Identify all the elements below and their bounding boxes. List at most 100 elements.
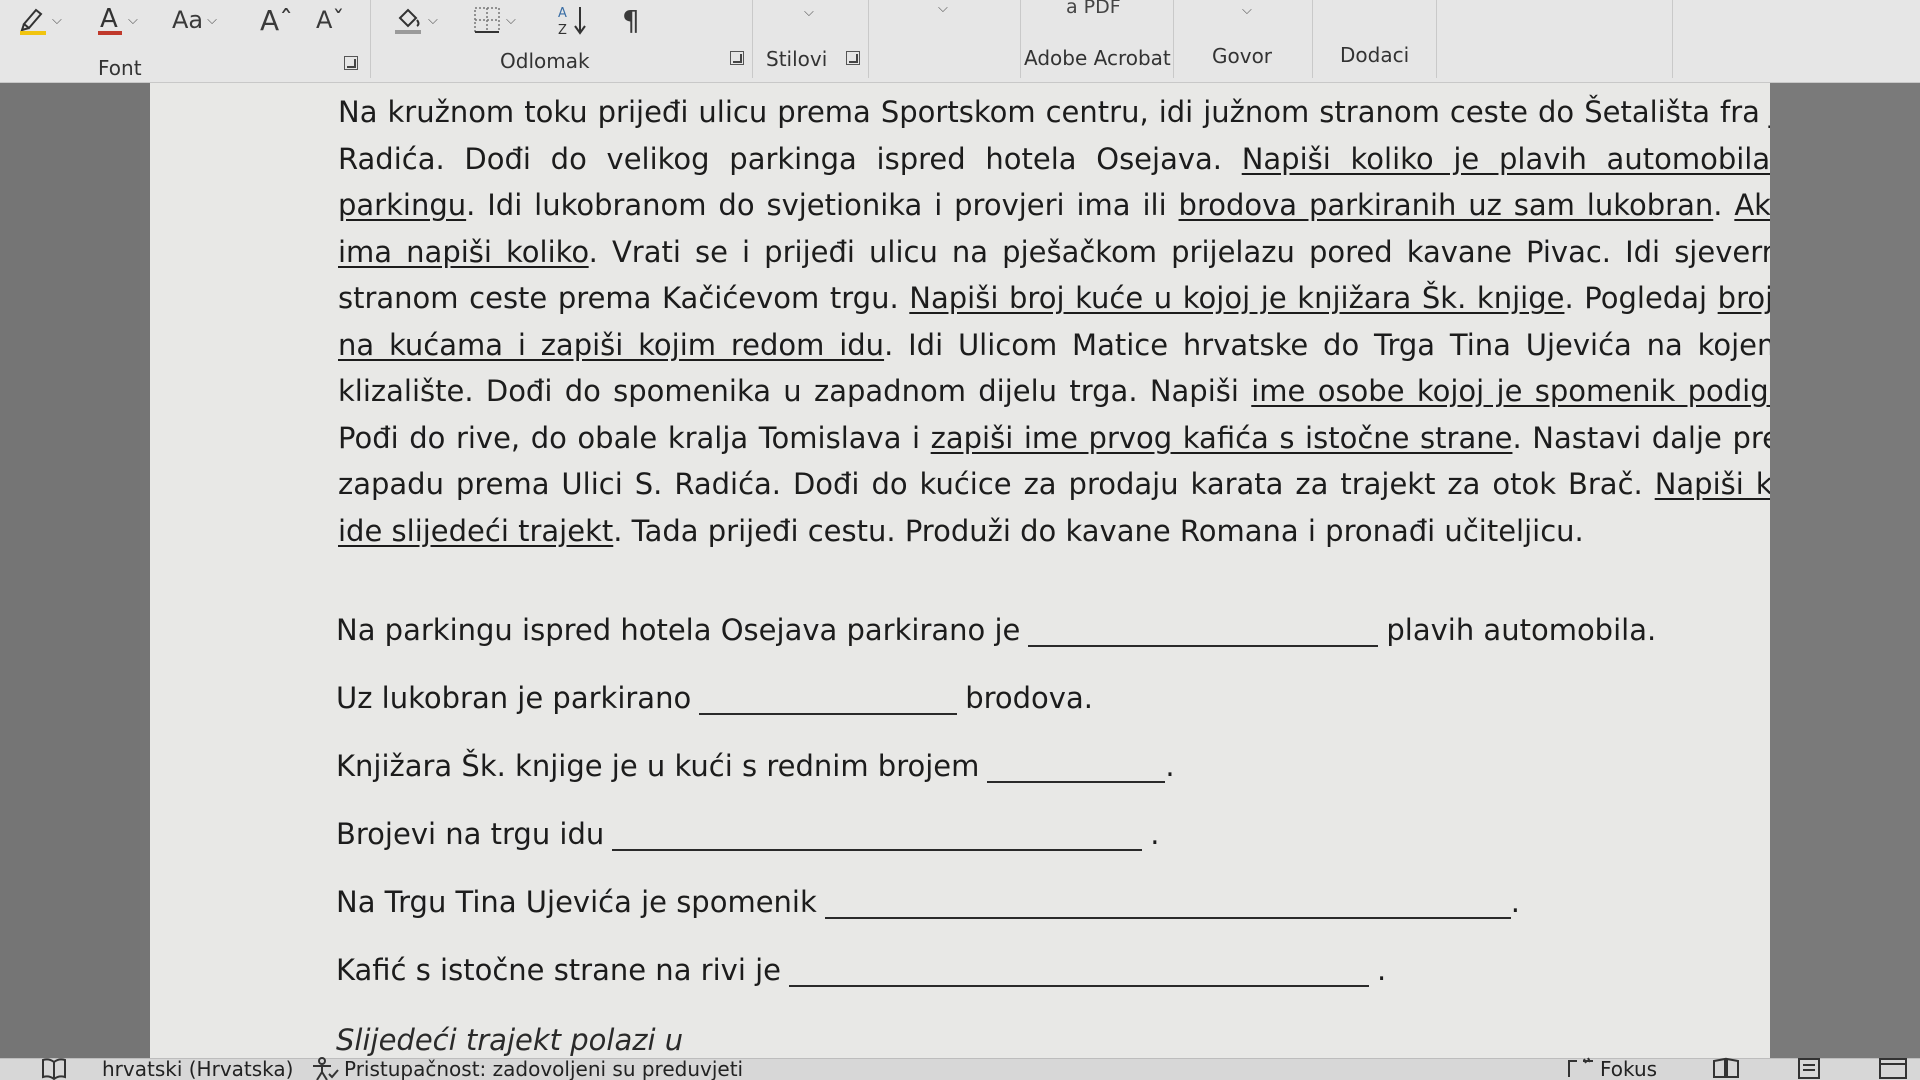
ribbon-separator bbox=[1312, 0, 1313, 78]
answer-blank[interactable] bbox=[824, 887, 1511, 919]
answer-blank[interactable] bbox=[987, 751, 1166, 783]
book-check-icon bbox=[42, 1058, 66, 1080]
focus-button[interactable]: Fokus bbox=[1566, 1057, 1657, 1080]
chevron-down-icon: ⌵ bbox=[1242, 2, 1252, 18]
styles-pane-more[interactable]: ⌵ bbox=[934, 0, 948, 26]
borders-icon bbox=[474, 7, 500, 33]
text-run: . bbox=[1713, 188, 1735, 222]
task-underlined-run: ime osobe kojoj je spomenik podignut bbox=[1251, 374, 1770, 408]
change-case-label: Aa bbox=[172, 6, 204, 34]
canvas-left bbox=[0, 83, 150, 1058]
chevron-down-icon: ⌵ bbox=[804, 4, 814, 20]
ribbon-separator bbox=[868, 0, 869, 78]
question-text: Uz lukobran je parkirano bbox=[336, 681, 692, 715]
answer-blank[interactable] bbox=[612, 819, 1143, 851]
chevron-down-icon: ⌵ bbox=[938, 0, 948, 16]
chevron-down-icon[interactable]: ⌵ bbox=[207, 13, 217, 28]
svg-text:A: A bbox=[100, 4, 118, 34]
question-text: Knjižara Šk. knjige je u kući s rednim b… bbox=[336, 749, 980, 783]
sort-button[interactable]: A Z bbox=[556, 2, 592, 38]
task-underlined-run: zapiši ime prvog kafića s istočne strane bbox=[930, 420, 1513, 455]
document-page[interactable]: Na kružnom toku prijeđi ulicu prema Spor… bbox=[150, 83, 1770, 1058]
shading-button[interactable]: ⌵ bbox=[392, 2, 438, 38]
word-window: ⌵ A ⌵ Aa ⌵ Aˆ Aˇ ⌵ ⌵ A Z ¶ ⌵ ⌵ a PDF ⌵ F… bbox=[0, 0, 1920, 1080]
font-dialog-launcher-icon[interactable] bbox=[344, 56, 358, 70]
question-text: Brojevi na trgu idu bbox=[336, 817, 605, 851]
dictate-more[interactable]: ⌵ bbox=[1238, 0, 1252, 28]
question-6[interactable]: Kafić s istočne strane na rivi je . bbox=[336, 953, 1386, 987]
styles-dialog-launcher-icon[interactable] bbox=[846, 51, 860, 65]
change-case-button[interactable]: Aa ⌵ bbox=[172, 2, 217, 38]
text-run: . Pogledaj bbox=[1564, 281, 1718, 315]
question-2[interactable]: Uz lukobran je parkirano brodova. bbox=[336, 681, 1093, 715]
print-layout-icon bbox=[1798, 1058, 1820, 1079]
question-text: . bbox=[1165, 749, 1175, 783]
styles-gallery-more[interactable]: ⌵ bbox=[800, 0, 814, 30]
ribbon-separator bbox=[370, 0, 371, 78]
question-text: . bbox=[1510, 885, 1520, 919]
question-text: . bbox=[1150, 817, 1160, 851]
shrink-font-icon: Aˇ bbox=[316, 6, 345, 34]
font-color-icon: A bbox=[98, 4, 122, 35]
question-text: brodova. bbox=[965, 681, 1093, 715]
group-label-voice: Govor bbox=[1212, 44, 1273, 68]
proofing-button[interactable] bbox=[40, 1057, 68, 1080]
grow-font-button[interactable]: Aˆ bbox=[260, 2, 293, 38]
canvas-right bbox=[1770, 83, 1920, 1058]
focus-icon bbox=[1568, 1057, 1593, 1077]
chevron-down-icon[interactable]: ⌵ bbox=[128, 13, 138, 28]
question-7-partial[interactable]: Slijedeći trajekt polazi u bbox=[336, 1023, 683, 1057]
show-formatting-button[interactable]: ¶ bbox=[622, 2, 640, 38]
read-mode-icon bbox=[1713, 1057, 1739, 1078]
focus-label: Fokus bbox=[1600, 1057, 1658, 1080]
sort-az-icon: A Z bbox=[558, 6, 586, 37]
accessibility-icon bbox=[313, 1057, 339, 1080]
question-text: Na parkingu ispred hotela Osejava parkir… bbox=[336, 613, 1021, 647]
answer-blank[interactable] bbox=[789, 955, 1369, 987]
web-layout-icon bbox=[1879, 1058, 1907, 1079]
text-run: . Idi lukobranom do svjetionika i provje… bbox=[466, 188, 1179, 222]
group-label-styles: Stilovi bbox=[766, 47, 828, 71]
group-label-addins: Dodaci bbox=[1340, 43, 1410, 67]
instructions-paragraph[interactable]: Na kružnom toku prijeđi ulicu prema Spor… bbox=[338, 89, 1770, 554]
question-text: . bbox=[1377, 953, 1387, 987]
shrink-font-button[interactable]: Aˇ bbox=[316, 2, 344, 38]
question-1[interactable]: Na parkingu ispred hotela Osejava parkir… bbox=[336, 613, 1656, 647]
question-3[interactable]: Knjižara Šk. knjige je u kući s rednim b… bbox=[336, 749, 1175, 783]
chevron-down-icon[interactable]: ⌵ bbox=[52, 13, 62, 28]
ribbon-separator bbox=[752, 0, 753, 78]
read-mode-button[interactable] bbox=[1712, 1057, 1740, 1079]
web-layout-button[interactable] bbox=[1878, 1057, 1908, 1079]
ribbon-separator bbox=[1173, 0, 1174, 78]
accessibility-status[interactable]: Pristupačnost: zadovoljeni su preduvjeti bbox=[310, 1057, 743, 1080]
task-underlined-run: brodova parkiranih uz sam lukobran bbox=[1178, 188, 1714, 222]
chevron-down-icon[interactable]: ⌵ bbox=[506, 13, 516, 28]
print-layout-button[interactable] bbox=[1796, 1057, 1822, 1079]
highlight-button[interactable]: ⌵ bbox=[18, 2, 62, 38]
paint-bucket-icon bbox=[395, 8, 421, 34]
accessibility-label: Pristupačnost: zadovoljeni su preduvjeti bbox=[344, 1057, 744, 1080]
group-label-font: Font bbox=[98, 56, 142, 80]
grow-font-icon: Aˆ bbox=[260, 3, 294, 37]
pilcrow-icon: ¶ bbox=[622, 3, 640, 37]
ribbon-separator bbox=[1436, 0, 1437, 78]
paragraph-dialog-launcher-icon[interactable] bbox=[730, 51, 744, 65]
answer-blank[interactable] bbox=[1028, 615, 1379, 647]
borders-button[interactable]: ⌵ bbox=[472, 2, 516, 38]
answer-blank[interactable] bbox=[699, 683, 958, 715]
question-text: Na Trgu Tina Ujevića je spomenik bbox=[336, 885, 817, 919]
group-label-acrobat: Adobe Acrobat bbox=[1024, 46, 1171, 70]
question-text: Kafić s istočne strane na rivi je bbox=[336, 953, 781, 987]
status-bar: hrvatski (Hrvatska) Pristupačnost: zadov… bbox=[0, 1057, 1920, 1080]
chevron-down-icon[interactable]: ⌵ bbox=[428, 13, 438, 28]
font-color-button[interactable]: A ⌵ bbox=[96, 2, 138, 38]
ribbon: ⌵ A ⌵ Aa ⌵ Aˆ Aˇ ⌵ ⌵ A Z ¶ ⌵ ⌵ a PDF ⌵ F… bbox=[0, 0, 1920, 83]
group-label-paragraph: Odlomak bbox=[500, 49, 590, 73]
text-run: . Tada prijeđi cestu. Produži do kavane … bbox=[613, 513, 1584, 548]
language-status[interactable]: hrvatski (Hrvatska) bbox=[102, 1057, 293, 1080]
create-pdf-label[interactable]: a PDF bbox=[1066, 0, 1121, 18]
svg-text:A: A bbox=[558, 6, 567, 21]
svg-text:Z: Z bbox=[558, 23, 567, 37]
question-5[interactable]: Na Trgu Tina Ujevića je spomenik . bbox=[336, 885, 1520, 919]
question-4[interactable]: Brojevi na trgu idu . bbox=[336, 817, 1159, 851]
